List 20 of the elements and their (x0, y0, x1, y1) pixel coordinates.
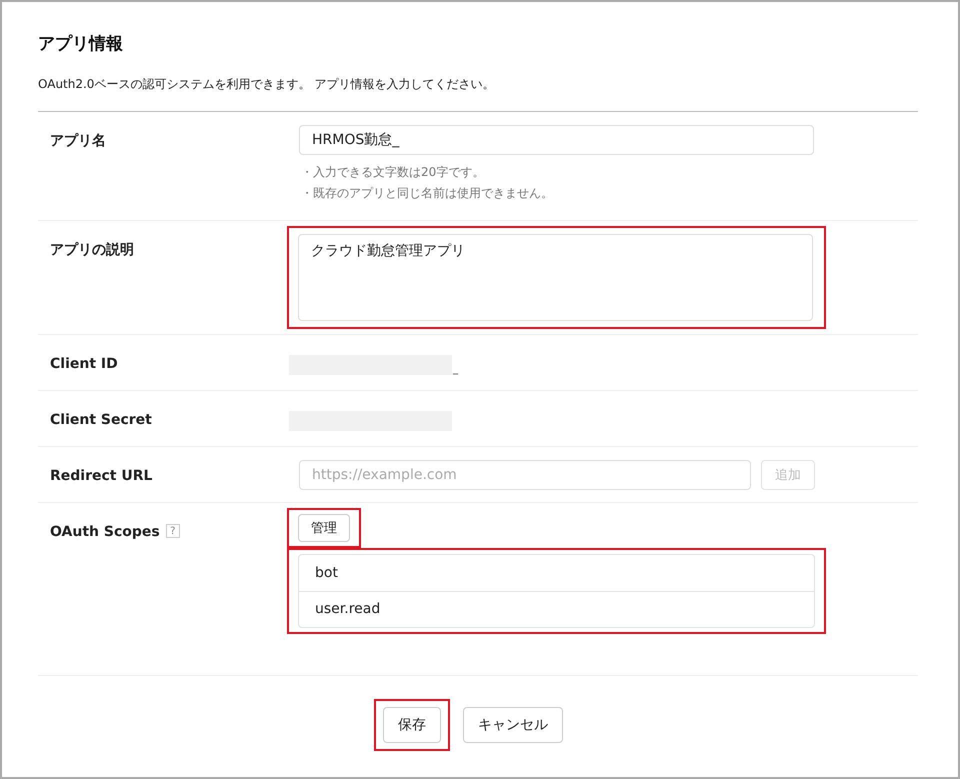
cancel-button[interactable]: キャンセル (463, 707, 563, 744)
id-suffix: _ (453, 365, 458, 376)
hint-text: ・入力できる文字数は20字です。 (301, 164, 486, 182)
manage-button[interactable]: 管理 (298, 514, 350, 542)
textarea-field[interactable]: クラウド勤怠管理アプリ (298, 234, 813, 322)
scope-item: user.read (299, 591, 814, 628)
field-label: Redirect URL (50, 467, 152, 486)
hint-text: ・既存のアプリと同じ名前は使用できません。 (301, 185, 554, 202)
field-label: Client Secret (50, 411, 152, 430)
field-label: アプリの説明 (50, 241, 134, 260)
save-button[interactable]: 保存 (383, 707, 441, 744)
page-title: アプリ情報 (38, 34, 124, 56)
help-icon[interactable]: ? (166, 524, 180, 538)
text-field[interactable]: HRMOS勤怠_ (299, 125, 814, 156)
field-label: アプリ名 (50, 132, 106, 152)
url-field[interactable]: https://example.com (299, 460, 751, 490)
page-description: OAuth2.0ベースの認可システムを利用できます。 アプリ情報を入力してください。 (38, 76, 496, 94)
scope-item: bot (314, 564, 339, 583)
field-label: OAuth Scopes (50, 523, 160, 542)
field-label: Client ID (50, 355, 118, 374)
